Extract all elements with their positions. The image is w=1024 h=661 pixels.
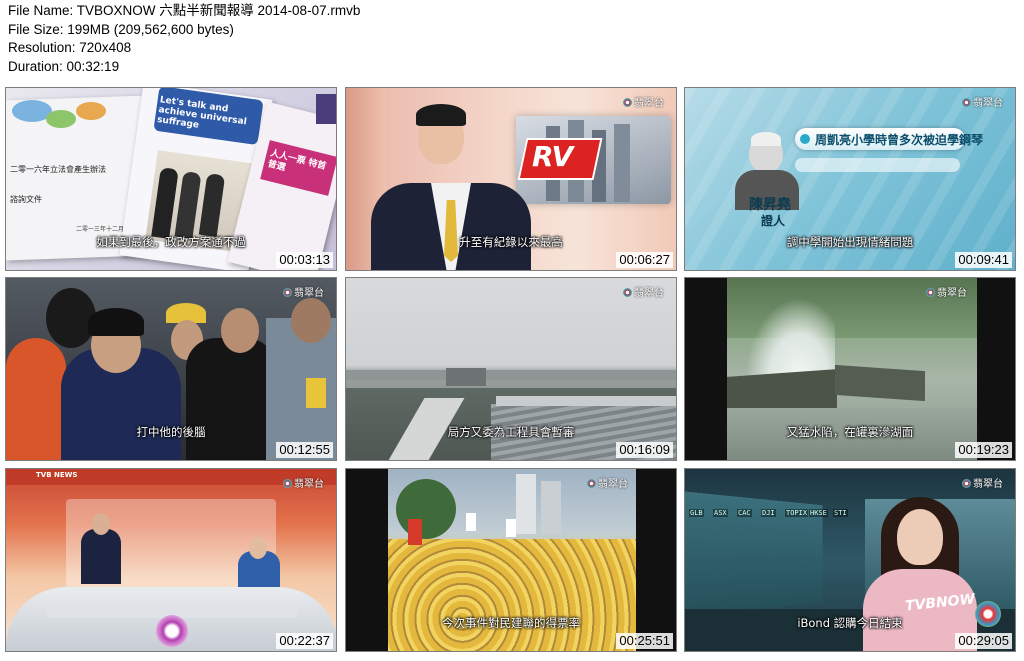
channel-logo: 翡翠台 xyxy=(926,284,967,299)
book-text-6: 二零一三年十二月 xyxy=(76,226,125,233)
channel-logo: 翡翠台 xyxy=(623,284,664,299)
timestamp: 00:29:05 xyxy=(955,633,1012,649)
subtitle: 升至有紀錄以來最高 xyxy=(459,235,563,249)
subtitle: 調中學開始出現情緒問題 xyxy=(786,235,914,249)
subtitle: 如果到最後，政改方案通不過 xyxy=(96,235,246,249)
thumbnail-5[interactable]: 翡翠台 局方又委為工程具會暫審 00:16:09 xyxy=(345,277,677,461)
timestamp: 00:25:51 xyxy=(616,633,673,649)
thumbnail-8[interactable]: 翡翠台 今次事件對民建聯的得票率 00:25:51 xyxy=(345,468,677,652)
thumbnail-6[interactable]: 翡翠台 又猛水陷，在罐裏滲湖面 00:19:23 xyxy=(684,277,1016,461)
witness-role: 證人 xyxy=(761,214,786,228)
timestamp: 00:12:55 xyxy=(276,442,333,458)
thumbnail-2[interactable]: RV 翡翠台 升至有紀錄以來最高 00:06:27 xyxy=(345,87,677,271)
thumbnail-grid: 二零一六年立法會產生辦法 諮詢文件 二零一三年十二月 Let's talk an… xyxy=(0,0,1024,661)
timestamp: 00:06:27 xyxy=(616,252,673,268)
timestamp: 00:22:37 xyxy=(276,633,333,649)
ticker-label: GLB xyxy=(689,509,704,517)
ticker-label: CAC xyxy=(737,509,752,517)
timestamp: 00:16:09 xyxy=(616,442,673,458)
subtitle: 又猛水陷，在罐裏滲湖面 xyxy=(786,425,914,439)
timestamp: 00:03:13 xyxy=(276,252,333,268)
rv-graphic: RV xyxy=(532,140,573,173)
ticker-label: DJI xyxy=(761,509,776,517)
thumbnail-1[interactable]: 二零一六年立法會產生辦法 諮詢文件 二零一三年十二月 Let's talk an… xyxy=(5,87,337,271)
subtitle: 局方又委為工程具會暫審 xyxy=(447,425,575,439)
timestamp: 00:19:23 xyxy=(955,442,1012,458)
thumbnail-3[interactable]: 周凱亮小學時曾多次被迫學鋼琴 陳昇堯 證人 翡翠台 調中學開始出現情緒問題 00… xyxy=(684,87,1016,271)
timestamp: 00:09:41 xyxy=(955,252,1012,268)
channel-logo: 翡翠台 xyxy=(587,475,628,490)
channel-logo: 翡翠台 xyxy=(623,94,664,109)
channel-logo: 翡翠台 xyxy=(283,475,324,490)
channel-logo: 翡翠台 xyxy=(962,94,1003,109)
book-text-5: 諮詢文件 xyxy=(10,195,42,204)
ticker-label: TOPIX xyxy=(785,509,809,517)
book-text-4: 二零一六年立法會產生辦法 xyxy=(10,165,106,174)
thumbnail-9[interactable]: GLB ASX CAC DJI TOPIX HKSE STI TVBNOW 翡翠台 iBon… xyxy=(684,468,1016,652)
thumbnail-7[interactable]: TVB NEWS 翡翠台 00:22:37 xyxy=(5,468,337,652)
ticker-label: HKSE xyxy=(809,509,828,517)
subtitle: 今次事件對民建聯的得票率 xyxy=(442,616,580,630)
thumbnail-4[interactable]: 翡翠台 打中他的後腦 00:12:55 xyxy=(5,277,337,461)
ticker-label: STI xyxy=(833,509,848,517)
channel-logo: 翡翠台 xyxy=(962,475,1003,490)
ticker-label: ASX xyxy=(713,509,728,517)
subtitle: iBond 認購今日結束 xyxy=(797,616,903,630)
subtitle: 打中他的後腦 xyxy=(136,425,206,439)
headline: 周凱亮小學時曾多次被迫學鋼琴 xyxy=(815,133,984,147)
witness-name: 陳昇堯 xyxy=(749,197,791,213)
banner-text: TVB NEWS xyxy=(36,471,78,479)
channel-logo: 翡翠台 xyxy=(283,284,324,299)
